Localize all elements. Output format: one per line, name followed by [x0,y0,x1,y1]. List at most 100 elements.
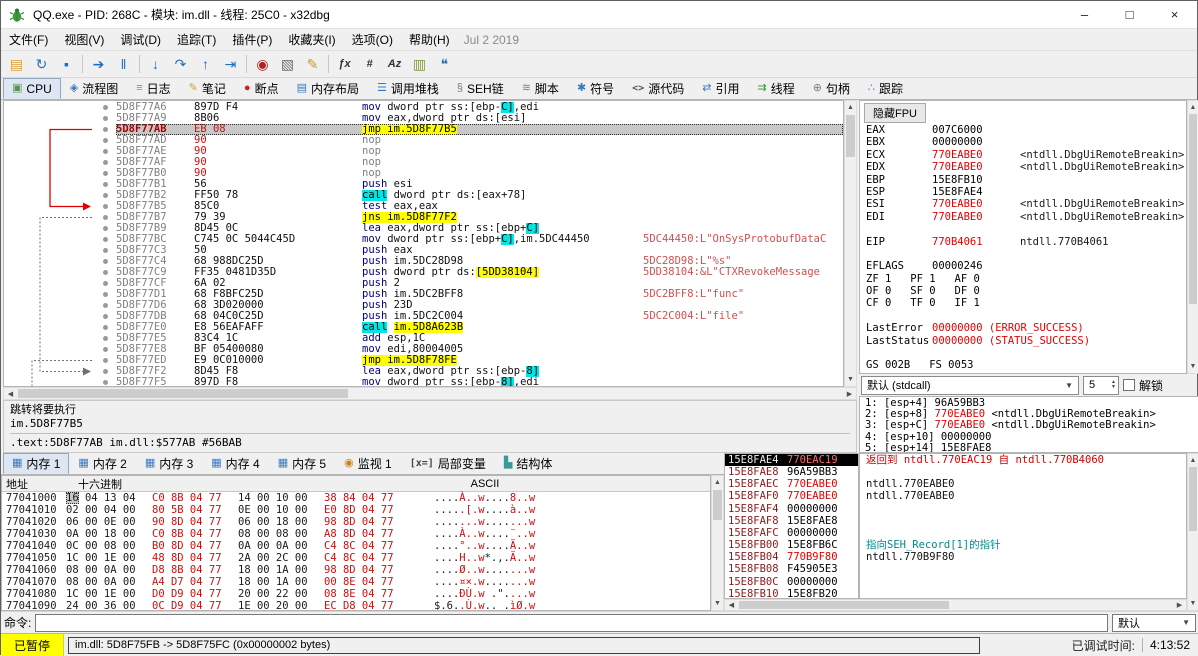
register-row[interactable] [860,310,1186,322]
disasm-row[interactable]: 5D8F77B2 FF50 78 call dword ptr ds:[eax+78… [4,190,843,201]
stack-pane[interactable]: 15E8FAE4 770EAC19 15E8FAE8 96A59BB3 15E8FAEC… [724,453,859,599]
breakpoint-dot[interactable] [103,193,108,198]
open-file-button[interactable]: ▤ [4,53,29,76]
tab-cpu[interactable]: ▣ CPU [3,78,61,99]
stack-comment-row[interactable]: ntdll.770B9F80 [860,551,1186,563]
scroll-left-icon[interactable]: ◀ [4,388,17,399]
arg-count-spinner[interactable]: 5 ▲ ▼ [1083,375,1119,395]
disasm-row[interactable]: 5D8F77AE 90 nop [4,146,843,157]
disasm-row[interactable]: 5D8F77D1 68 F8BFC25D push im.5DC2BFF8 5DC2B… [4,289,843,300]
stack-comment-row[interactable] [860,503,1186,515]
stack-row[interactable]: 15E8FB10 15E8FB20 [725,588,858,598]
log-book-button[interactable]: ▥ [407,53,432,76]
disasm-row[interactable]: 5D8F77AF 90 nop [4,157,843,168]
register-row[interactable]: CF 0 TF 0 IF 1 [860,297,1186,309]
spinner-arrows-icon[interactable]: ▲ ▼ [1111,380,1116,390]
minimize-button[interactable]: – [1062,1,1107,28]
stack-comment-row[interactable]: ntdll.770EABE0 [860,490,1186,502]
register-row[interactable]: EDX 770EABE0 <ntdll.DbgUiRemoteBreakin> [860,161,1186,173]
tab-breakpoints[interactable]: ● 断点 [235,78,288,99]
disasm-row[interactable]: 5D8F77A6 897D F4 mov dword ptr ss:[ebp-C],… [4,102,843,113]
registers-pane[interactable]: 隐藏FPU EAX 007C6000 EBX 00000000 ECX 770EABE0 <… [859,100,1187,374]
scroll-thumb[interactable] [739,601,949,609]
unlock-checkbox[interactable]: 解锁 [1123,377,1163,394]
dump-row[interactable]: 77041040 0C 00 08 00 B0 8D 04 77 0A 00 0A 0… [2,540,710,552]
disasm-row[interactable]: 5D8F77B5 85C0 test eax,eax [4,201,843,212]
tab-dump-4[interactable]: ▦ 内存 4 [202,453,268,474]
disasm-row[interactable]: 5D8F77AB EB 08 jmp im.5D8F77B5 [4,124,843,135]
breakpoint-dot[interactable] [103,127,108,132]
dump-row[interactable]: 77041050 1C 00 1E 00 48 8D 04 77 2A 00 2C 0… [2,552,710,564]
scroll-down-icon[interactable]: ▼ [1188,597,1198,610]
run-to-cursor-button[interactable]: ⇥ [218,53,243,76]
tab-threads[interactable]: ⇉ 线程 [748,78,803,99]
stack-args-pane[interactable]: 1: [esp+4] 96A59BB3 2: [esp+8] 770EABE0 <… [859,396,1198,453]
register-row[interactable] [860,347,1186,359]
breakpoint-dot[interactable] [103,248,108,253]
dump-row[interactable]: 77041010 02 00 04 00 80 5B 04 77 0E 00 10 0… [2,504,710,516]
memory-dump-pane[interactable]: 地址 十六进制 ASCII 77041000 16 04 13 04 C0 8B 0… [1,475,711,611]
breakpoint-dot[interactable] [103,281,108,286]
breakpoint-dot[interactable] [103,160,108,165]
register-row[interactable]: EIP 770B4061 ntdll.770B4061 [860,236,1186,248]
register-row[interactable]: EBX 00000000 [860,136,1186,148]
stack-row[interactable]: 15E8FAE8 96A59BB3 [725,466,858,478]
scroll-thumb[interactable] [846,115,855,157]
hide-fpu-button[interactable]: 隐藏FPU [864,103,926,123]
stack-arg-row[interactable]: 5: [esp+14] 15E8FAE8 [860,442,1198,452]
menu-item[interactable]: 插件(P) [224,29,280,50]
breakpoint-dot[interactable] [103,314,108,319]
dump-row[interactable]: 77041020 06 00 0E 00 90 8D 04 77 06 00 18 0… [2,516,710,528]
disasm-row[interactable]: 5D8F77E5 83C4 1C add esp,1C [4,333,843,344]
stack-comment-row[interactable] [860,576,1186,588]
scroll-up-icon[interactable]: ▲ [712,476,723,489]
calling-convention-select[interactable]: 默认 (stdcall) ▼ [861,375,1079,395]
breakpoint-dot[interactable] [103,336,108,341]
disasm-row[interactable]: 5D8F77ED E9 0C010000 jmp im.5D8F78FE [4,355,843,366]
stack-row[interactable]: 15E8FAFC 00000000 [725,527,858,539]
stack-hscrollbar[interactable]: ◀ ▶ [724,599,1187,611]
breakpoint-dot[interactable] [103,369,108,374]
tab-struct[interactable]: ▙ 结构体 [495,453,561,474]
stack-comment-row[interactable] [860,563,1186,575]
scroll-right-icon[interactable]: ▶ [1173,600,1186,610]
breakpoint-dot[interactable] [103,380,108,385]
stack-comments-pane[interactable]: 返回到 ntdll.770EAC19 自 ntdll.770B4060 ntdl… [859,453,1187,599]
disasm-row[interactable]: 5D8F77BC C745 0C 5044C45D mov dword ptr ss… [4,234,843,245]
calculator-button[interactable]: ƒx [332,53,357,76]
scroll-down-icon[interactable]: ▼ [1188,360,1198,373]
checkbox-icon[interactable] [1123,379,1135,391]
scroll-up-icon[interactable]: ▲ [845,101,856,114]
step-over-button[interactable]: ↷ [168,53,193,76]
registers-vscrollbar[interactable]: ▲ ▼ [1187,100,1198,374]
dump-vscrollbar[interactable]: ▲ ▼ [711,475,724,611]
scroll-left-icon[interactable]: ◀ [725,600,738,610]
scroll-thumb[interactable] [713,490,722,520]
menu-item[interactable]: 收藏夹(I) [280,29,343,50]
menu-item[interactable]: 调试(D) [112,29,169,50]
disasm-row[interactable]: 5D8F77E0 E8 56EAFAFF call im.5D8A623B [4,322,843,333]
breakpoint-dot[interactable] [103,270,108,275]
stack-comment-row[interactable] [860,527,1186,539]
tab-handles[interactable]: ⊕ 句柄 [804,78,859,99]
stack-row[interactable]: 15E8FB00 15E8FB6C [725,539,858,551]
register-row[interactable]: ESP 15E8FAE4 [860,186,1186,198]
stack-row[interactable]: 15E8FAF8 15E8FAE8 [725,515,858,527]
disasm-row[interactable]: 5D8F77B1 56 push esi [4,179,843,190]
restart-button[interactable]: ↻ [29,53,54,76]
step-into-button[interactable]: ↓ [143,53,168,76]
scroll-thumb[interactable] [18,389,348,398]
breakpoint-dot[interactable] [103,204,108,209]
stack-vscrollbar[interactable]: ▲ ▼ [1187,453,1198,611]
breakpoint-dot[interactable] [103,292,108,297]
disasm-row[interactable]: 5D8F77C9 FF35 0481D35D push dword ptr ds:[… [4,267,843,278]
stack-row[interactable]: 15E8FAE4 770EAC19 [725,454,858,467]
maximize-button[interactable]: □ [1107,1,1152,28]
tab-watch-1[interactable]: ◉ 监视 1 [335,453,401,474]
stack-comment-row[interactable] [860,466,1186,478]
tab-script[interactable]: ≋ 脚本 [513,78,568,99]
register-row[interactable]: EBP 15E8FB10 [860,174,1186,186]
register-row[interactable]: GS 002B FS 0053 [860,359,1186,371]
register-row[interactable] [860,248,1186,260]
scroll-thumb[interactable] [1189,467,1197,531]
